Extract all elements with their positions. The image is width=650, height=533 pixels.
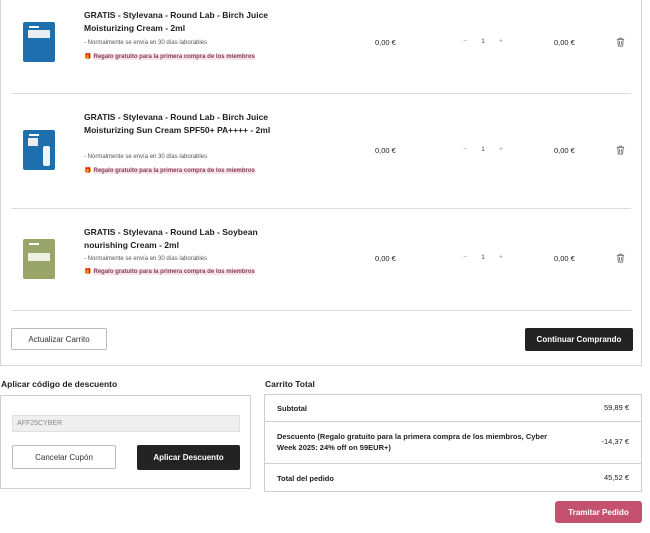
shipping-note: - Normalmente se envía en 30 días labora…: [84, 40, 208, 46]
product-name[interactable]: GRATIS - Stylevana - Round Lab - Birch J…: [84, 9, 279, 35]
coupon-code-input[interactable]: AFF25CYBER: [12, 415, 240, 432]
qty-increase-button[interactable]: +: [499, 254, 503, 261]
cart-item: GRATIS - Stylevana - Round Lab - Birch J…: [11, 0, 631, 93]
discount-label: Descuento (Regalo gratuito para la prime…: [277, 432, 548, 452]
line-total: 0,00 €: [554, 146, 575, 155]
row-divider: [11, 310, 631, 311]
gift-note-text: Regalo gratuito para la primera compra d…: [93, 54, 255, 60]
cancel-coupon-button[interactable]: Cancelar Cupón: [12, 445, 116, 469]
discount-row: Descuento (Regalo gratuito para la prime…: [265, 422, 641, 463]
gift-note-text: Regalo gratuito para la primera compra d…: [93, 168, 255, 174]
quantity-stepper: − 1 +: [463, 254, 503, 261]
qty-decrease-button[interactable]: −: [463, 146, 467, 153]
qty-value[interactable]: 1: [481, 39, 484, 45]
gift-icon: 🎁: [84, 269, 92, 275]
line-total: 0,00 €: [554, 254, 575, 263]
discount-value: -14,37 €: [601, 437, 629, 446]
apply-discount-button[interactable]: Aplicar Descuento: [137, 445, 240, 470]
product-thumbnail[interactable]: [23, 239, 55, 279]
unit-price: 0,00 €: [375, 146, 396, 155]
product-name[interactable]: GRATIS - Stylevana - Round Lab - Soybean…: [84, 226, 279, 252]
update-cart-button[interactable]: Actualizar Carrito: [11, 328, 107, 350]
order-total-value: 45,52 €: [603, 473, 629, 482]
qty-value[interactable]: 1: [481, 147, 484, 153]
coupon-panel: AFF25CYBER Cancelar Cupón Aplicar Descue…: [0, 395, 251, 489]
gift-icon: 🎁: [84, 54, 92, 60]
trash-icon[interactable]: [616, 145, 625, 155]
gift-note: 🎁 Regalo gratuito para la primera compra …: [84, 165, 264, 177]
product-thumbnail[interactable]: [23, 22, 55, 62]
trash-icon[interactable]: [616, 37, 625, 47]
cart-table: GRATIS - Stylevana - Round Lab - Birch J…: [0, 0, 642, 366]
product-name[interactable]: GRATIS - Stylevana - Round Lab - Birch J…: [84, 111, 279, 137]
qty-decrease-button[interactable]: −: [463, 38, 467, 45]
cart-totals-title: Carrito Total: [265, 379, 315, 389]
shipping-note: - Normalmente se envía en 30 días labora…: [84, 256, 208, 262]
gift-icon: 🎁: [84, 168, 92, 174]
subtotal-value: 59,89 €: [603, 403, 629, 412]
gift-note: 🎁 Regalo gratuito para la primera compra …: [84, 51, 264, 63]
cart-item: GRATIS - Stylevana - Round Lab - Birch J…: [11, 94, 631, 208]
quantity-stepper: − 1 +: [463, 146, 503, 153]
trash-icon[interactable]: [616, 253, 625, 263]
quantity-stepper: − 1 +: [463, 38, 503, 45]
qty-increase-button[interactable]: +: [499, 146, 503, 153]
gift-note-text: Regalo gratuito para la primera compra d…: [93, 269, 255, 275]
qty-decrease-button[interactable]: −: [463, 254, 467, 261]
qty-increase-button[interactable]: +: [499, 38, 503, 45]
order-total-label: Total del pedido: [277, 474, 334, 483]
unit-price: 0,00 €: [375, 254, 396, 263]
order-total-row: Total del pedido 45,52 €: [265, 464, 641, 492]
coupon-title: Aplicar código de descuento: [1, 379, 118, 389]
cart-item: GRATIS - Stylevana - Round Lab - Soybean…: [11, 209, 631, 310]
qty-value[interactable]: 1: [481, 255, 484, 261]
checkout-button[interactable]: Tramitar Pedido: [555, 501, 642, 523]
continue-shopping-button[interactable]: Continuar Comprando: [525, 328, 633, 351]
cart-totals-panel: Subtotal 59,89 € Descuento (Regalo gratu…: [264, 394, 642, 492]
unit-price: 0,00 €: [375, 38, 396, 47]
gift-note: 🎁 Regalo gratuito para la primera compra …: [84, 266, 264, 278]
line-total: 0,00 €: [554, 38, 575, 47]
shipping-note: - Normalmente se envía en 30 días labora…: [84, 154, 208, 160]
subtotal-label: Subtotal: [277, 404, 307, 413]
product-thumbnail[interactable]: [23, 130, 55, 170]
subtotal-row: Subtotal 59,89 €: [265, 395, 641, 421]
